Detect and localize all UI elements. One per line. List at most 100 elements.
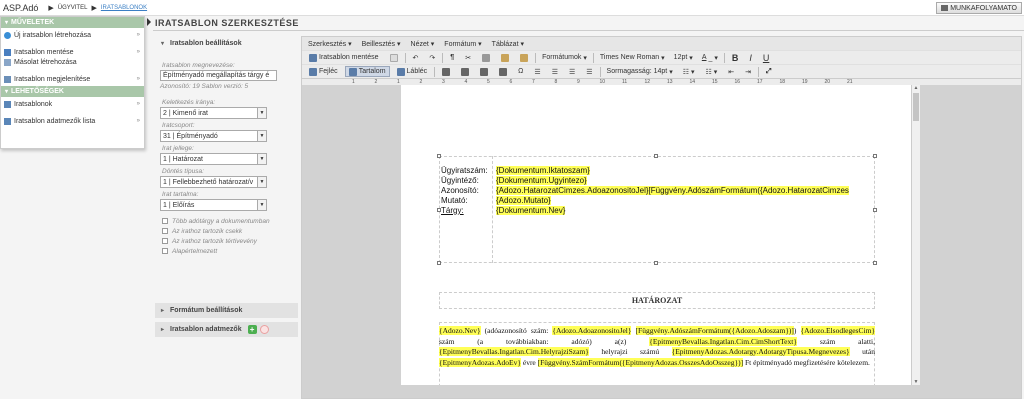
special-char-icon[interactable]: Ω: [514, 66, 527, 77]
direction-select[interactable]: 2 | Kimenő irat ▼: [160, 107, 267, 119]
cheque-checkbox[interactable]: Az irathoz tartozik csekk: [162, 226, 298, 236]
align-right-icon[interactable]: ☰: [565, 66, 579, 77]
paste-icon[interactable]: [497, 52, 513, 63]
name-label: Iratsablon megnevezése:: [162, 62, 235, 69]
undo-icon[interactable]: ↶: [409, 52, 423, 63]
italic-button[interactable]: I: [745, 52, 756, 63]
divider: [153, 30, 1024, 31]
editor-menubar: Szerkesztés ▾ Beillesztés ▾ Nézet ▾ Form…: [302, 37, 1021, 50]
paste-special-icon[interactable]: [516, 52, 532, 63]
fullscreen-icon[interactable]: ⤢: [762, 66, 776, 77]
template-name-input[interactable]: Építményadó megállapítás tárgy é: [160, 70, 277, 81]
resize-handle[interactable]: [437, 261, 441, 265]
menu-edit[interactable]: Szerkesztés ▾: [308, 40, 352, 48]
paragraph-icon[interactable]: ¶: [446, 52, 458, 63]
resize-handle[interactable]: [654, 154, 658, 158]
menu-table[interactable]: Táblázat ▾: [492, 40, 524, 48]
view-icon: [4, 75, 11, 83]
table-icon[interactable]: [457, 66, 473, 77]
collapse-arrow-icon[interactable]: [147, 18, 151, 26]
content-select[interactable]: 1 | Előírás ▼: [160, 199, 267, 211]
checkbox[interactable]: [162, 228, 168, 234]
menu-view[interactable]: Nézet ▾: [411, 40, 435, 48]
image-insert-icon[interactable]: [476, 66, 492, 77]
line-spacing-dropdown[interactable]: Sormagasság: 14pt ▾: [604, 66, 676, 77]
resize-handle[interactable]: [873, 261, 877, 265]
checkbox[interactable]: [162, 248, 168, 254]
checkbox[interactable]: [162, 218, 168, 224]
chevron-right-icon: ▸: [161, 327, 165, 333]
checkbox[interactable]: [162, 238, 168, 244]
breadcrumb-arrow-icon: ▶: [48, 4, 54, 12]
breadcrumb-item-iratsablonok[interactable]: IRATSABLONOK: [101, 5, 147, 11]
chevron-down-icon: ▼: [257, 200, 266, 210]
menu-format[interactable]: Formátum ▾: [444, 40, 481, 48]
default-checkbox[interactable]: Alapértelmezett: [162, 246, 298, 256]
menu-item-new-template[interactable]: Új iratsablon létrehozása»: [1, 28, 144, 42]
underline-button[interactable]: U: [759, 52, 774, 63]
workflow-button[interactable]: MUNKAFOLYAMATO: [936, 2, 1022, 14]
content-button[interactable]: Tartalom: [344, 66, 390, 77]
indent-icon[interactable]: ⇥: [741, 66, 755, 77]
document-scrollbar[interactable]: ▲ ▼: [911, 85, 920, 385]
menu-insert[interactable]: Beillesztés ▾: [362, 40, 401, 48]
resize-handle[interactable]: [654, 261, 658, 265]
doc-row: Ügyintéző: {Dokumentum.Ugyintezo}: [441, 176, 587, 185]
format-settings-header[interactable]: ▸ Formátum beállítások: [155, 303, 298, 318]
resize-handle[interactable]: [873, 154, 877, 158]
list-icon: [4, 100, 11, 108]
scroll-up-icon[interactable]: ▲: [912, 85, 920, 91]
document-heading: HATÁROZAT: [631, 296, 683, 305]
redo-icon[interactable]: ↷: [425, 52, 439, 63]
font-family-dropdown[interactable]: Times New Roman ▾: [597, 52, 668, 63]
footer-button[interactable]: Lábléc: [393, 66, 432, 77]
page-break-icon[interactable]: [495, 66, 511, 77]
save-icon: [309, 53, 317, 62]
save-template-button[interactable]: Iratsablon mentése: [305, 52, 383, 63]
scrollbar-thumb[interactable]: [913, 93, 919, 121]
menu-item-templates[interactable]: Iratsablonok»: [1, 97, 144, 111]
cut-icon[interactable]: ✂: [461, 52, 475, 63]
group-label: Iratcsoport:: [162, 122, 195, 129]
page-title: IRATSABLON SZERKESZTÉSE: [155, 18, 299, 28]
numbered-list-icon[interactable]: ☷ ▾: [701, 66, 721, 77]
document-page[interactable]: Ügyiratszám: {Dokumentum.Iktatoszam} Ügyi…: [401, 85, 913, 385]
align-center-icon[interactable]: ☰: [548, 66, 562, 77]
decision-select[interactable]: 1 | Fellebbezhető határozat/v ▼: [160, 176, 267, 188]
breadcrumb-item-ugyvitel[interactable]: ÜGYVITEL: [58, 5, 88, 11]
remove-field-icon[interactable]: [259, 325, 269, 334]
formats-dropdown[interactable]: Formátumok ▾: [539, 52, 590, 63]
doc-row: Tárgy: {Dokumentum.Nev}: [441, 206, 566, 215]
settings-section-header[interactable]: ▾ Iratsablon beállítások: [155, 36, 298, 50]
resize-handle[interactable]: [437, 154, 441, 158]
bullet-list-icon[interactable]: ☷ ▾: [679, 66, 699, 77]
chevron-right-icon: »: [136, 101, 140, 107]
add-field-icon[interactable]: +: [247, 325, 257, 334]
font-color-dropdown[interactable]: A _ ▾: [699, 52, 721, 63]
new-doc-icon[interactable]: [386, 52, 402, 63]
receipt-checkbox[interactable]: Az irathoz tartozik tértivevény: [162, 236, 298, 246]
chevron-down-icon: ▼: [257, 177, 266, 187]
nature-select[interactable]: 1 | Határozat ▼: [160, 153, 267, 165]
font-size-dropdown[interactable]: 12pt ▾: [671, 52, 696, 63]
multi-object-checkbox[interactable]: Több adótárgy a dokumentumban: [162, 216, 298, 226]
copy-icon[interactable]: [478, 52, 494, 63]
align-left-icon[interactable]: ☰: [530, 66, 544, 77]
template-fields-header[interactable]: ▸ Iratsablon adatmezők +: [155, 322, 298, 337]
group-select[interactable]: 31 | Építményadó ▼: [160, 130, 267, 142]
content-label: Irat tartalma:: [162, 191, 199, 198]
bold-button[interactable]: B: [728, 52, 743, 63]
outdent-icon[interactable]: ⇤: [724, 66, 738, 77]
editor-toolbar-2: Fejléc Tartalom Lábléc Ω ☰ ☰ ☰ ☰ Sormaga…: [302, 64, 1021, 78]
resize-handle[interactable]: [873, 208, 877, 212]
menu-item-field-list[interactable]: Iratsablon adatmezők lista»: [1, 114, 144, 128]
scroll-down-icon[interactable]: ▼: [912, 379, 920, 385]
ruler-tick-label: 1: [397, 79, 400, 85]
workflow-icon: [941, 5, 949, 11]
menu-item-copy-template[interactable]: Másolat létrehozása: [1, 55, 144, 69]
header-button[interactable]: Fejléc: [305, 66, 342, 77]
menu-item-view-template[interactable]: Iratsablon megjelenítése»: [1, 72, 144, 86]
image-icon[interactable]: [438, 66, 454, 77]
align-justify-icon[interactable]: ☰: [582, 66, 596, 77]
chevron-right-icon: »: [136, 118, 140, 124]
